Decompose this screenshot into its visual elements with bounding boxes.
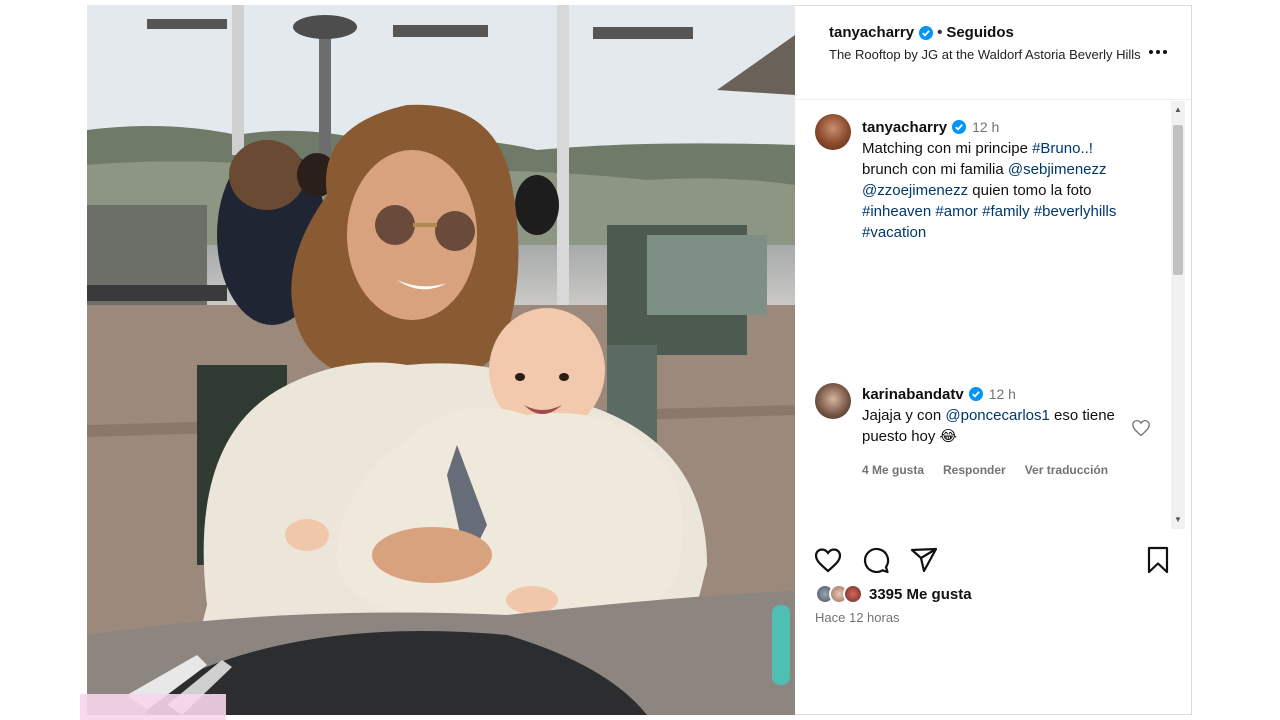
caption-line2: brunch con mi familia (862, 161, 1008, 178)
liker-avatar (843, 584, 863, 604)
author-row: tanyacharry • Seguidos (829, 24, 1014, 41)
caption-username[interactable]: tanyacharry (862, 119, 947, 136)
translate-button[interactable]: Ver traducción (1025, 463, 1108, 477)
caption-time: 12 h (972, 119, 1000, 135)
hashtag-bruno[interactable]: #Bruno..! (1032, 140, 1093, 157)
hashtag-family[interactable]: #family (982, 203, 1030, 220)
verified-badge-icon (952, 120, 967, 134)
commenter-avatar[interactable] (815, 383, 851, 419)
comment-heart-icon[interactable] (1131, 419, 1151, 437)
mention-sebjimenezz[interactable]: @sebjimenezz (1008, 161, 1107, 178)
post-timestamp: Hace 12 horas (815, 610, 900, 625)
caption-line3: quien tomo la foto (968, 182, 1092, 199)
post-side-panel: tanyacharry • Seguidos The Rooftop by JG… (795, 5, 1192, 715)
separator-dot: • (937, 24, 943, 41)
comment-body-prefix: Jajaja y con (862, 407, 946, 424)
hashtag-beverlyhills[interactable]: #beverlyhills (1034, 203, 1117, 220)
heart-icon[interactable] (813, 545, 843, 575)
overlay-strip (80, 694, 226, 720)
commenter-username[interactable]: karinabandatv (862, 386, 964, 403)
scroll-up-arrow-icon[interactable]: ▲ (1171, 103, 1185, 117)
bookmark-icon[interactable] (1143, 545, 1173, 575)
comments-scrollbar[interactable]: ▲ ▼ (1171, 101, 1185, 529)
author-username[interactable]: tanyacharry (829, 24, 914, 41)
comment-time: 12 h (988, 386, 1016, 402)
post-header: tanyacharry • Seguidos The Rooftop by JG… (795, 6, 1191, 100)
comment-icon[interactable] (861, 545, 891, 575)
verified-badge-icon (968, 387, 983, 401)
comment-likes[interactable]: 4 Me gusta (862, 463, 924, 477)
scroll-thumb[interactable] (1173, 125, 1183, 275)
location-link[interactable]: The Rooftop by JG at the Waldorf Astoria… (829, 46, 1149, 64)
scroll-down-arrow-icon[interactable]: ▼ (1171, 513, 1185, 527)
hashtag-inheaven[interactable]: #inheaven (862, 203, 931, 220)
caption-avatar[interactable] (815, 114, 851, 150)
likes-count[interactable]: 3395 Me gusta (869, 586, 972, 603)
send-icon[interactable] (909, 545, 939, 575)
comment-meta: 4 Me gusta Responder Ver traducción (862, 463, 1108, 477)
follow-status-button[interactable]: Seguidos (946, 24, 1014, 41)
more-options-icon[interactable] (1147, 44, 1169, 60)
photo-illustration (87, 5, 795, 715)
reply-button[interactable]: Responder (943, 463, 1006, 477)
likes-row: 3395 Me gusta (815, 582, 972, 606)
caption-text: tanyacharry 12 h Matching con mi principe… (862, 117, 1162, 247)
mention-zzoejimenezz[interactable]: @zzoejimenezz (862, 182, 968, 199)
hashtag-vacation[interactable]: #vacation (862, 224, 926, 241)
comments-list[interactable]: tanyacharry 12 h Matching con mi principe… (795, 101, 1191, 529)
caption-line1: Matching con mi principe (862, 140, 1033, 157)
hashtag-amor[interactable]: #amor (935, 203, 978, 220)
post-actions (795, 541, 1191, 581)
mention-poncecarlos1[interactable]: @poncecarlos1 (945, 407, 1049, 424)
verified-badge-icon (919, 25, 934, 40)
post-photo (87, 5, 795, 715)
comment-text: karinabandatv 12 h Jajaja y con @poncecar… (862, 384, 1130, 447)
